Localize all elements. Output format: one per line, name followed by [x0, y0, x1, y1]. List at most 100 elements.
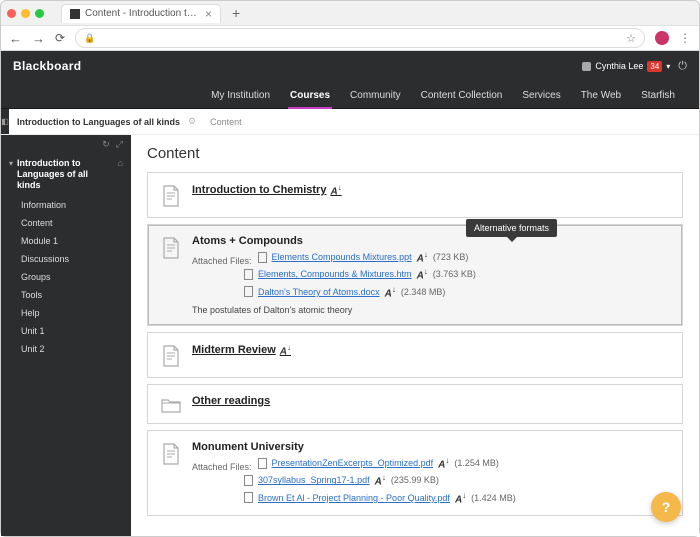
tab-title: Content - Introduction to Lang… — [85, 8, 200, 19]
sidebar-item-groups[interactable]: Groups — [1, 268, 131, 286]
nav-the-web[interactable]: The Web — [571, 84, 631, 108]
sidebar-item-unit-2[interactable]: Unit 2 — [1, 340, 131, 358]
browser-menu-icon[interactable]: ⋮ — [679, 31, 691, 45]
attached-file: PresentationZenExcerpts_Optimized.pdf A … — [258, 456, 670, 470]
content-item: Monument University Attached Files: Pres… — [147, 430, 683, 516]
nav-my-institution[interactable]: My Institution — [201, 84, 280, 108]
file-link[interactable]: Elements Compounds Mixtures.ppt — [272, 252, 412, 262]
file-size: (2.348 MB) — [401, 287, 446, 297]
app-body: ↻ ⤢ ▾ Introduction to Languages of all k… — [1, 135, 699, 536]
content-item: Alternative formats Atoms + Compounds At… — [147, 224, 683, 326]
content-item: Midterm Review A — [147, 332, 683, 378]
breadcrumb-bar: ◧ Introduction to Languages of all kinds… — [1, 109, 699, 135]
main-nav: My Institution Courses Community Content… — [1, 81, 699, 109]
nav-services[interactable]: Services — [512, 84, 570, 108]
profile-avatar[interactable] — [655, 31, 669, 45]
home-icon[interactable]: ⌂ — [118, 158, 123, 168]
alternative-formats-icon[interactable]: A — [375, 473, 386, 487]
back-button[interactable]: ← — [9, 31, 22, 46]
file-size: (235.99 KB) — [391, 475, 439, 485]
sidebar-item-information[interactable]: Information — [1, 196, 131, 214]
help-fab[interactable]: ? — [651, 492, 681, 522]
nav-courses[interactable]: Courses — [280, 84, 340, 108]
content-area: Content Introduction to Chemistry A Alte… — [131, 135, 699, 536]
favicon — [70, 9, 80, 19]
attached-file: Dalton's Theory of Atoms.docx A (2.348 M… — [244, 285, 670, 299]
close-window[interactable] — [7, 9, 16, 18]
alternative-formats-icon[interactable]: A — [417, 267, 428, 281]
alternative-formats-icon[interactable]: A — [385, 285, 396, 299]
sidebar-pin-icon[interactable]: ◧ — [1, 109, 9, 134]
window-controls — [7, 9, 44, 18]
file-link[interactable]: Elements, Compounds & Mixtures.htm — [258, 269, 412, 279]
item-title-link[interactable]: Other readings — [192, 395, 270, 407]
file-icon — [244, 269, 253, 280]
file-link[interactable]: PresentationZenExcerpts_Optimized.pdf — [272, 458, 434, 468]
file-icon — [244, 492, 253, 503]
titlebar: Content - Introduction to Lang… × + — [1, 1, 699, 25]
item-title: Atoms + Compounds — [192, 235, 303, 247]
nav-community[interactable]: Community — [340, 84, 411, 108]
notification-badge: 34 — [647, 61, 662, 72]
file-size: (3.763 KB) — [433, 269, 476, 279]
forward-button[interactable]: → — [32, 31, 45, 46]
app-header: Blackboard Cynthia Lee 34 ▾ ⏻ — [1, 51, 699, 81]
attached-file: 307syllabus_Spring17-1.pdf A (235.99 KB) — [244, 473, 670, 487]
course-sidebar: ↻ ⤢ ▾ Introduction to Languages of all k… — [1, 135, 131, 536]
document-icon — [160, 183, 182, 207]
attached-file: Elements, Compounds & Mixtures.htm A (3.… — [244, 267, 670, 281]
sidebar-expand-icon[interactable]: ⤢ — [116, 139, 123, 150]
sidebar-item-module-1[interactable]: Module 1 — [1, 232, 131, 250]
sidebar-item-discussions[interactable]: Discussions — [1, 250, 131, 268]
user-menu[interactable]: Cynthia Lee 34 ▾ — [582, 61, 670, 72]
attached-files-label: Attached Files: — [192, 256, 252, 266]
alternative-formats-icon[interactable]: A — [330, 183, 341, 197]
file-link[interactable]: Brown Et Al - Project Planning - Poor Qu… — [258, 493, 450, 503]
sidebar-refresh-icon[interactable]: ↻ — [102, 139, 110, 150]
file-icon — [244, 475, 253, 486]
sidebar-item-unit-1[interactable]: Unit 1 — [1, 322, 131, 340]
reload-button[interactable]: ⟳ — [55, 31, 65, 45]
file-icon — [258, 458, 267, 469]
breadcrumb-course[interactable]: Introduction to Languages of all kinds — [9, 117, 188, 127]
sidebar-course-title[interactable]: Introduction to Languages of all kinds — [17, 158, 114, 190]
user-name: Cynthia Lee — [595, 61, 643, 71]
url-bar[interactable]: 🔒 ☆ — [75, 28, 645, 48]
sidebar-item-content[interactable]: Content — [1, 214, 131, 232]
file-icon — [258, 252, 267, 263]
minimize-window[interactable] — [21, 9, 30, 18]
alternative-formats-icon[interactable]: A — [438, 456, 449, 470]
alternative-formats-icon[interactable]: A — [455, 491, 466, 505]
document-icon — [160, 235, 182, 315]
alternative-formats-icon[interactable]: A — [417, 250, 428, 264]
gear-icon[interactable]: ⚙ — [188, 116, 196, 127]
folder-icon — [160, 395, 182, 413]
item-title-link[interactable]: Introduction to Chemistry A — [192, 183, 342, 197]
maximize-window[interactable] — [35, 9, 44, 18]
attached-file: Elements Compounds Mixtures.ppt A (723 K… — [258, 250, 670, 264]
file-link[interactable]: Dalton's Theory of Atoms.docx — [258, 287, 380, 297]
file-icon — [244, 286, 253, 297]
alternative-formats-icon[interactable]: A — [280, 343, 291, 357]
file-size: (723 KB) — [433, 252, 469, 262]
browser-toolbar: ← → ⟳ 🔒 ☆ ⋮ — [1, 25, 699, 51]
file-size: (1.424 MB) — [471, 493, 516, 503]
close-tab-icon[interactable]: × — [205, 8, 212, 20]
bookmark-star-icon[interactable]: ☆ — [626, 32, 636, 45]
lock-icon: 🔒 — [84, 33, 95, 44]
brand-logo[interactable]: Blackboard — [13, 59, 81, 73]
breadcrumb-page[interactable]: Content — [210, 117, 242, 127]
sidebar-item-tools[interactable]: Tools — [1, 286, 131, 304]
new-tab-button[interactable]: + — [232, 5, 240, 21]
sidebar-item-help[interactable]: Help — [1, 304, 131, 322]
nav-content-collection[interactable]: Content Collection — [411, 84, 513, 108]
file-link[interactable]: 307syllabus_Spring17-1.pdf — [258, 475, 370, 485]
browser-tab[interactable]: Content - Introduction to Lang… × — [61, 4, 221, 23]
logout-icon[interactable]: ⏻ — [678, 60, 687, 73]
collapse-icon[interactable]: ▾ — [9, 159, 13, 168]
document-icon — [160, 441, 182, 505]
item-title-link[interactable]: Midterm Review A — [192, 343, 291, 357]
content-item: Other readings — [147, 384, 683, 424]
attached-files-label: Attached Files: — [192, 462, 252, 472]
nav-starfish[interactable]: Starfish — [631, 84, 685, 108]
